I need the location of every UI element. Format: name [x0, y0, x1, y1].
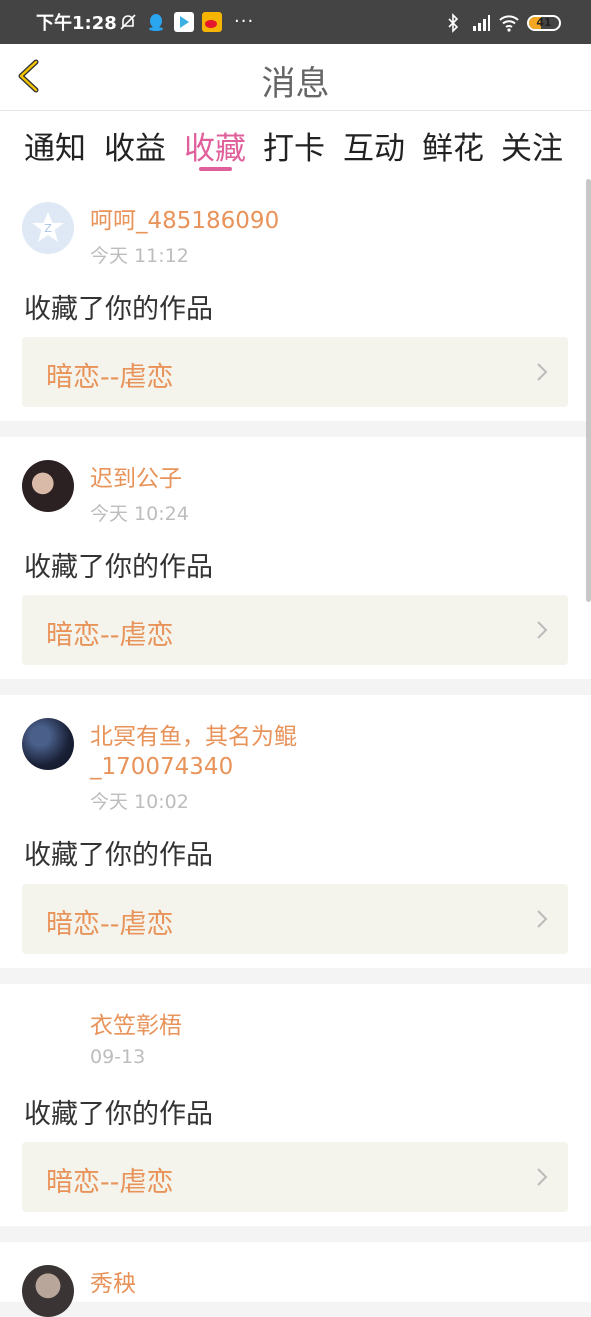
svg-text:Z: Z: [44, 222, 52, 235]
action-text: 收藏了你的作品: [24, 840, 213, 871]
tab-checkin[interactable]: 打卡: [263, 123, 325, 168]
signal-icon: [473, 15, 490, 31]
list-item: 秀秧: [0, 1242, 591, 1317]
tab-flowers[interactable]: 鲜花: [422, 123, 484, 168]
avatar[interactable]: [22, 1265, 74, 1317]
avatar[interactable]: Z: [22, 202, 74, 254]
qq-icon: [149, 14, 163, 31]
username[interactable]: 衣笠彰梧: [90, 1011, 182, 1041]
username[interactable]: 呵呵_485186090: [90, 206, 279, 236]
list-item: 衣笠彰梧 09-13 收藏了你的作品 暗恋--虐恋: [0, 984, 591, 1226]
work-link[interactable]: 暗恋--虐恋: [22, 1142, 568, 1212]
default-avatar-icon: Z: [32, 212, 64, 242]
tab-notifications[interactable]: 通知: [24, 123, 86, 168]
list-item: 北冥有鱼，其名为鲲 _170074340 今天 10:02 收藏了你的作品 暗恋…: [0, 695, 591, 968]
timestamp: 09-13: [90, 1046, 146, 1068]
mute-bell-icon: [120, 14, 136, 30]
avatar[interactable]: [22, 718, 74, 770]
action-text: 收藏了你的作品: [24, 552, 213, 583]
page-title: 消息: [261, 64, 330, 104]
timestamp: 今天 10:02: [90, 791, 189, 813]
username[interactable]: 迟到公子: [90, 464, 182, 494]
action-text: 收藏了你的作品: [24, 1099, 213, 1130]
scrollbar[interactable]: [586, 179, 591, 602]
username[interactable]: 秀秧: [90, 1269, 136, 1299]
message-category-tabs: 通知 收益 收藏 打卡 互动 鲜花 关注: [0, 111, 591, 179]
chevron-right-icon: [537, 1168, 548, 1186]
bluetooth-icon: [448, 13, 459, 33]
list-item: Z 呵呵_485186090 今天 11:12 收藏了你的作品 暗恋--虐恋: [0, 179, 591, 421]
battery-icon: 41: [527, 15, 561, 31]
status-time: 下午1:28: [36, 13, 117, 34]
tab-following[interactable]: 关注: [501, 123, 563, 168]
notification-icons: ···: [118, 12, 254, 32]
chevron-right-icon: [537, 363, 548, 381]
weibo-icon: [202, 12, 222, 32]
work-title: 暗恋--虐恋: [46, 1167, 174, 1198]
username[interactable]: 北冥有鱼，其名为鲲: [90, 722, 297, 752]
work-title: 暗恋--虐恋: [46, 909, 174, 940]
work-link[interactable]: 暗恋--虐恋: [22, 884, 568, 954]
work-link[interactable]: 暗恋--虐恋: [22, 595, 568, 665]
action-text: 收藏了你的作品: [24, 294, 213, 325]
work-title: 暗恋--虐恋: [46, 620, 174, 651]
tab-favorites[interactable]: 收藏: [184, 123, 246, 168]
battery-percent: 41: [536, 16, 552, 29]
tab-earnings[interactable]: 收益: [104, 123, 166, 168]
avatar[interactable]: [22, 460, 74, 512]
avatar[interactable]: [22, 1007, 74, 1059]
system-icons: 41: [443, 12, 561, 34]
more-notifications-indicator: ···: [234, 11, 255, 32]
wifi-icon: [499, 15, 519, 32]
timestamp: 今天 10:24: [90, 503, 189, 525]
active-tab-indicator: [199, 167, 232, 171]
app-header: 消息: [0, 44, 591, 111]
chevron-right-icon: [537, 910, 548, 928]
list-item: 迟到公子 今天 10:24 收藏了你的作品 暗恋--虐恋: [0, 437, 591, 679]
play-store-icon: [174, 12, 194, 32]
work-title: 暗恋--虐恋: [46, 362, 174, 393]
chevron-right-icon: [537, 621, 548, 639]
tab-interactions[interactable]: 互动: [343, 123, 405, 168]
timestamp: 今天 11:12: [90, 245, 189, 267]
status-bar: 下午1:28 ··· 41: [0, 0, 591, 44]
work-link[interactable]: 暗恋--虐恋: [22, 337, 568, 407]
username-continued[interactable]: _170074340: [90, 752, 233, 782]
